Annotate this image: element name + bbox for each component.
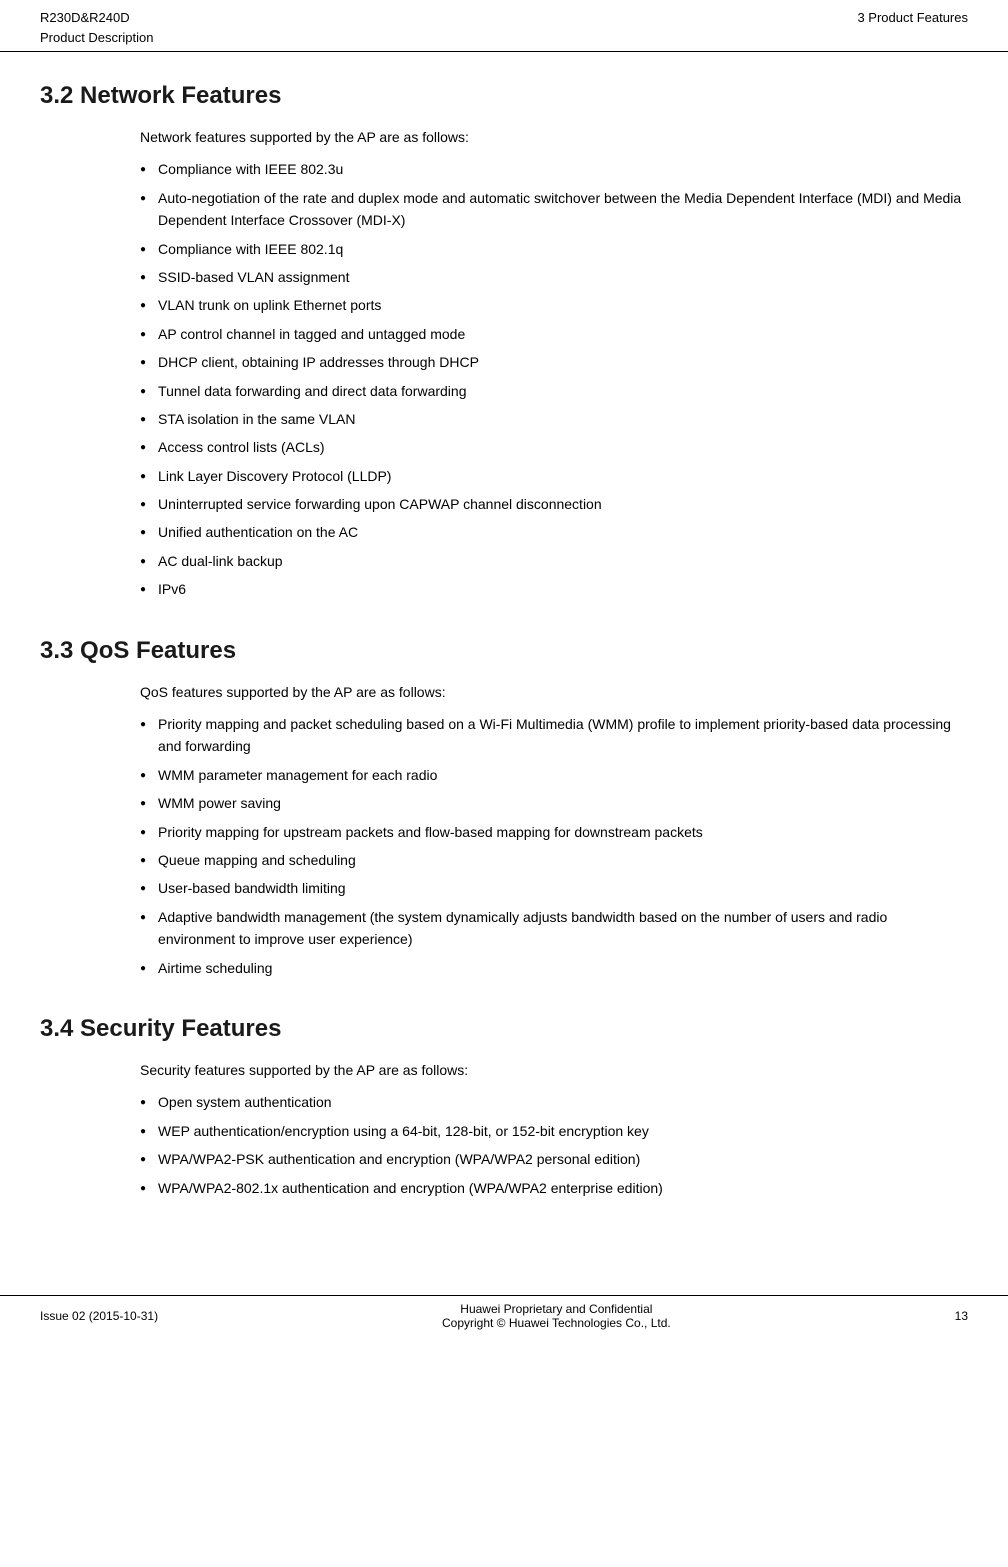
list-item: WPA/WPA2-PSK authentication and encrypti… bbox=[140, 1148, 968, 1170]
network-feature-list: Compliance with IEEE 802.3u Auto-negotia… bbox=[140, 158, 968, 600]
section-security: 3.4 Security Features Security features … bbox=[40, 1015, 968, 1199]
header-section-label: 3 Product Features bbox=[857, 8, 968, 28]
qos-feature-list: Priority mapping and packet scheduling b… bbox=[140, 713, 968, 979]
list-item: Priority mapping and packet scheduling b… bbox=[140, 713, 968, 758]
section-network: 3.2 Network Features Network features su… bbox=[40, 82, 968, 601]
list-item: Auto-negotiation of the rate and duplex … bbox=[140, 187, 968, 232]
list-item: Airtime scheduling bbox=[140, 957, 968, 979]
section-qos-intro: QoS features supported by the AP are as … bbox=[140, 681, 968, 703]
security-feature-list: Open system authentication WEP authentic… bbox=[140, 1091, 968, 1199]
page-content: 3.2 Network Features Network features su… bbox=[0, 52, 1008, 1275]
list-item: Compliance with IEEE 802.3u bbox=[140, 158, 968, 180]
footer-copyright: Copyright © Huawei Technologies Co., Ltd… bbox=[158, 1316, 955, 1330]
section-network-intro: Network features supported by the AP are… bbox=[140, 126, 968, 148]
list-item: User-based bandwidth limiting bbox=[140, 877, 968, 899]
list-item: WPA/WPA2-802.1x authentication and encry… bbox=[140, 1177, 968, 1199]
list-item: AC dual-link backup bbox=[140, 550, 968, 572]
section-security-intro: Security features supported by the AP ar… bbox=[140, 1059, 968, 1081]
section-network-title: 3.2 Network Features bbox=[40, 82, 968, 110]
header-doc-subtitle: Product Description bbox=[40, 28, 153, 48]
list-item: SSID-based VLAN assignment bbox=[140, 266, 968, 288]
footer-center: Huawei Proprietary and Confidential Copy… bbox=[158, 1302, 955, 1330]
list-item: Queue mapping and scheduling bbox=[140, 849, 968, 871]
page-footer: Issue 02 (2015-10-31) Huawei Proprietary… bbox=[0, 1295, 1008, 1336]
list-item: Uninterrupted service forwarding upon CA… bbox=[140, 493, 968, 515]
list-item: DHCP client, obtaining IP addresses thro… bbox=[140, 351, 968, 373]
list-item: WMM parameter management for each radio bbox=[140, 764, 968, 786]
list-item: Tunnel data forwarding and direct data f… bbox=[140, 380, 968, 402]
footer-page-number: 13 bbox=[955, 1309, 968, 1323]
footer-issue: Issue 02 (2015-10-31) bbox=[40, 1309, 158, 1323]
list-item: Access control lists (ACLs) bbox=[140, 436, 968, 458]
list-item: VLAN trunk on uplink Ethernet ports bbox=[140, 294, 968, 316]
list-item: Priority mapping for upstream packets an… bbox=[140, 821, 968, 843]
header-left: R230D&R240D Product Description bbox=[40, 8, 153, 47]
section-security-title: 3.4 Security Features bbox=[40, 1015, 968, 1043]
list-item: Link Layer Discovery Protocol (LLDP) bbox=[140, 465, 968, 487]
list-item: STA isolation in the same VLAN bbox=[140, 408, 968, 430]
list-item: Adaptive bandwidth management (the syste… bbox=[140, 906, 968, 951]
list-item: WMM power saving bbox=[140, 792, 968, 814]
header-doc-title: R230D&R240D bbox=[40, 8, 153, 28]
section-qos-title: 3.3 QoS Features bbox=[40, 637, 968, 665]
section-qos: 3.3 QoS Features QoS features supported … bbox=[40, 637, 968, 979]
header-right: 3 Product Features bbox=[857, 8, 968, 28]
list-item: AP control channel in tagged and untagge… bbox=[140, 323, 968, 345]
page-header: R230D&R240D Product Description 3 Produc… bbox=[0, 0, 1008, 52]
list-item: WEP authentication/encryption using a 64… bbox=[140, 1120, 968, 1142]
list-item: Unified authentication on the AC bbox=[140, 521, 968, 543]
list-item: Compliance with IEEE 802.1q bbox=[140, 238, 968, 260]
list-item: Open system authentication bbox=[140, 1091, 968, 1113]
footer-proprietary: Huawei Proprietary and Confidential bbox=[158, 1302, 955, 1316]
list-item: IPv6 bbox=[140, 578, 968, 600]
